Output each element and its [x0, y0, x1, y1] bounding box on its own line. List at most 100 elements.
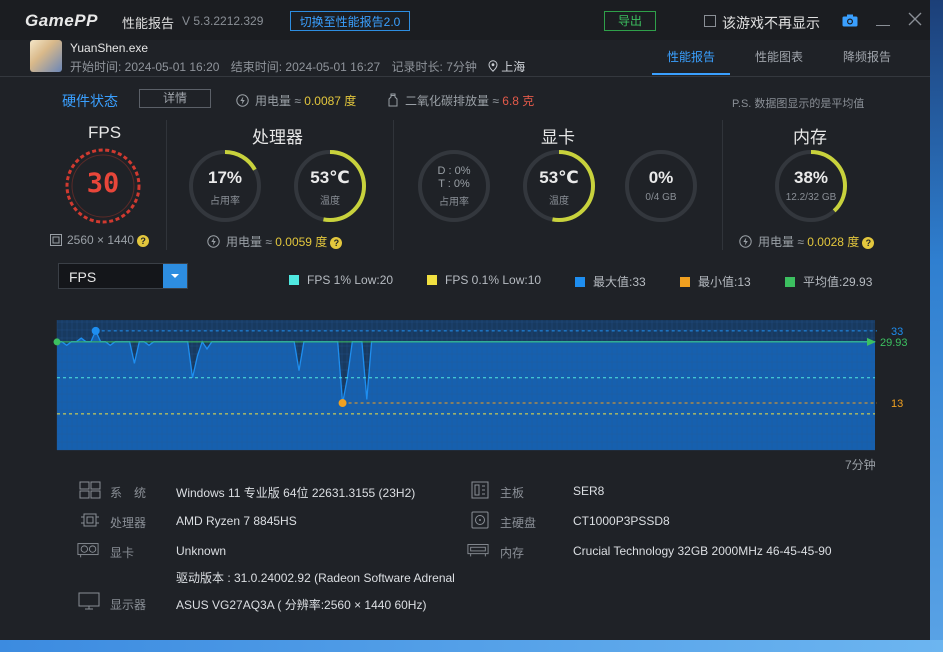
monitor-icon — [78, 592, 100, 610]
gpu-vram-sub: 0/4 GB — [645, 192, 677, 203]
location-pin-icon — [488, 60, 498, 72]
legend-label: 最小值:13 — [698, 275, 751, 289]
divider — [722, 120, 723, 250]
memory-usage-value: 38% — [793, 168, 829, 187]
power-label: 用电量 ≈ — [255, 94, 301, 108]
cpu-usage-gauge: 17% 占用率 — [187, 148, 263, 224]
fps-section-title: FPS — [88, 123, 122, 142]
desktop-taskbar-edge — [0, 640, 943, 652]
legend-swatch — [289, 275, 299, 285]
metric-select-value: FPS — [69, 269, 97, 285]
gpu-card-icon — [77, 543, 99, 558]
legend-swatch — [785, 277, 795, 287]
legend-swatch — [575, 277, 585, 287]
gpu-usage-t: T : 0% — [438, 178, 470, 190]
cpu-temp-label: 温度 — [320, 196, 340, 207]
close-icon[interactable] — [908, 12, 922, 26]
disk-icon — [471, 511, 489, 529]
end-time: 结束时间: 2024-05-01 16:27 — [230, 60, 381, 74]
gpu-usage-d: D : 0% — [437, 165, 471, 177]
os-label: 系 统 — [110, 486, 147, 500]
gpu-temp-gauge: 53℃ 温度 — [521, 148, 597, 224]
gpu-value: Unknown — [176, 544, 227, 558]
help-icon[interactable]: ? — [137, 234, 150, 247]
co2-stat: 二氧化碳排放量 ≈ 6.8 克 — [387, 92, 534, 109]
memory-stick-icon — [467, 544, 489, 557]
cpu-power: 用电量 ≈ 0.0059 度? — [207, 233, 343, 250]
tab-performance-chart[interactable]: 性能图表 — [755, 48, 803, 65]
chart-note: P.S. 数据图显示的是平均值 — [732, 98, 865, 110]
chevron-down-icon[interactable] — [163, 264, 187, 288]
windows-icon — [79, 481, 101, 499]
help-icon[interactable]: ? — [330, 236, 343, 249]
power-icon — [207, 235, 220, 248]
memory-section-title: 内存 — [793, 128, 827, 147]
cpu-section-title: 处理器 — [252, 128, 303, 147]
disk-label: 主硬盘 — [500, 516, 537, 530]
fps-gauge: 30 — [63, 146, 143, 226]
gpu-driver: 驱动版本 : 31.0.24002.92 (Radeon Software Ad… — [176, 571, 455, 585]
resolution: 2560 × 1440? — [50, 233, 150, 247]
location: 上海 — [501, 60, 526, 74]
gpu-usage-gauge: D : 0% T : 0% 占用率 — [416, 148, 492, 224]
fps-value: 30 — [86, 168, 120, 199]
cpu-usage-label: 占用率 — [210, 196, 240, 207]
legend-max: 最大值:33 — [575, 273, 646, 290]
tab-throttle-report[interactable]: 降频报告 — [843, 48, 891, 65]
minimize-button[interactable] — [876, 25, 890, 26]
game-avatar — [30, 40, 62, 72]
tab-performance-report[interactable]: 性能报告 — [667, 48, 715, 65]
disk-value: CT1000P3PSSD8 — [573, 514, 670, 528]
co2-value: 6.8 克 — [502, 94, 535, 108]
leaf-icon — [388, 93, 398, 107]
gpu-usage-label: 占用率 — [439, 197, 469, 208]
detail-button[interactable]: 详情 — [139, 89, 211, 108]
avg-marker — [53, 338, 61, 346]
screen-icon — [50, 234, 62, 246]
camera-icon[interactable] — [842, 14, 858, 27]
power-icon — [236, 94, 249, 107]
switch-report-button[interactable]: 切换至性能报告2.0 — [290, 11, 410, 31]
legend-swatch — [680, 277, 690, 287]
legend-label: FPS 0.1% Low:10 — [445, 273, 542, 287]
memory-usage-gauge: 38% 12.2/32 GB — [773, 148, 849, 224]
cpu-chip-icon — [81, 513, 99, 527]
title-bar[interactable]: GamePP 性能报告 V 5.3.2212.329 切换至性能报告2.0 导出… — [0, 0, 930, 40]
legend-label: FPS 1% Low:20 — [307, 273, 394, 287]
app-logo: GamePP — [25, 11, 98, 30]
cpu-temp-gauge: 53℃ 温度 — [292, 148, 368, 224]
monitor-value: ASUS VG27AQ3A ( 分辨率:2560 × 1440 60Hz) — [176, 598, 427, 612]
mem-value: Crucial Technology 32GB 2000MHz 46-45-45… — [573, 544, 832, 558]
cpu-usage-value: 17% — [207, 168, 243, 187]
cpu-power-value: 0.0059 度 — [275, 235, 328, 249]
memory-power-label: 用电量 ≈ — [758, 235, 804, 249]
legend-label: 平均值:29.93 — [803, 275, 873, 289]
motherboard-icon — [471, 481, 489, 499]
min-marker — [338, 399, 347, 408]
fps-chart[interactable]: 3329.9313 — [0, 300, 930, 460]
avg-label: 29.93 — [880, 337, 908, 349]
export-button[interactable]: 导出 — [604, 11, 656, 31]
hardware-status-title: 硬件状态 — [62, 93, 118, 109]
hide-game-checkbox[interactable] — [704, 15, 716, 27]
help-icon[interactable]: ? — [862, 236, 875, 249]
gpu-vram-value: 0% — [648, 168, 674, 187]
metric-select[interactable]: FPS — [58, 263, 188, 289]
divider — [393, 120, 394, 250]
min-label: 13 — [891, 398, 903, 410]
gpu-section-title: 显卡 — [541, 128, 575, 147]
duration: 记录时长: 7分钟 — [391, 60, 477, 74]
gpu-vram-gauge: 0% 0/4 GB — [623, 148, 699, 224]
memory-power-value: 0.0028 度 — [807, 235, 860, 249]
co2-label: 二氧化碳排放量 ≈ — [405, 94, 499, 108]
game-name: YuanShen.exe — [70, 41, 149, 55]
legend-low01: FPS 0.1% Low:10 — [427, 273, 541, 287]
start-time: 开始时间: 2024-05-01 16:20 — [70, 60, 220, 74]
total-power-value: 0.0087 度 — [304, 94, 357, 108]
app-title: 性能报告 — [122, 16, 175, 31]
gpu-temp-label: 温度 — [549, 196, 569, 207]
memory-power: 用电量 ≈ 0.0028 度? — [739, 233, 875, 250]
hide-game-checkbox-label[interactable]: 该游戏不再显示 — [722, 13, 820, 33]
board-value: SER8 — [573, 484, 605, 498]
total-power-stat: 用电量 ≈ 0.0087 度 — [236, 92, 356, 109]
